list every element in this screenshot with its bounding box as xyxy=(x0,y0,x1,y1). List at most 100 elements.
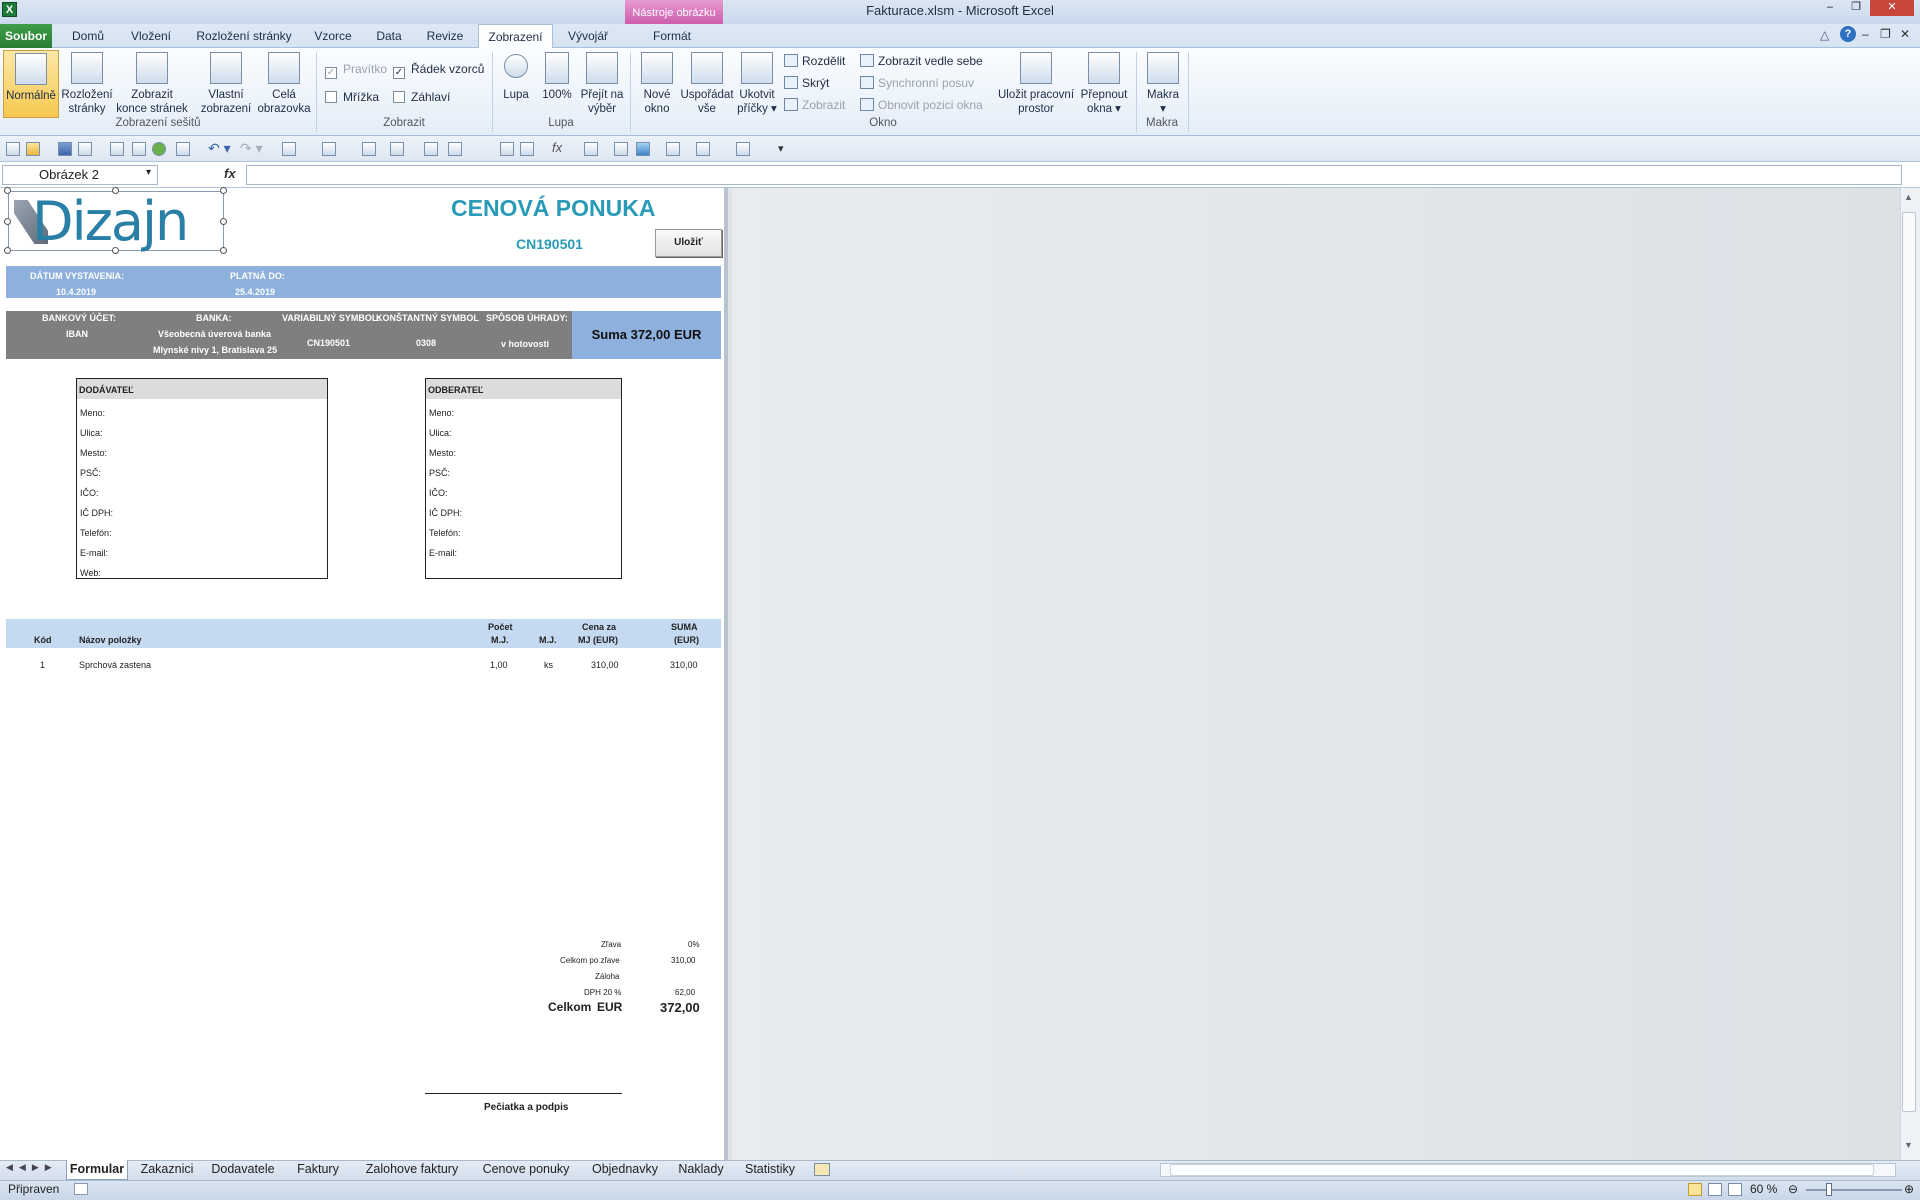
synchronous-scrolling-button[interactable]: Synchronní posuv xyxy=(860,74,974,92)
save-as-icon[interactable] xyxy=(78,142,92,156)
sheet-tab-faktury[interactable]: Faktury xyxy=(290,1160,346,1180)
sheet-nav-arrows[interactable]: ◀◀▶▶ xyxy=(6,1162,58,1173)
save-icon[interactable] xyxy=(58,142,72,156)
zoom-slider-thumb[interactable] xyxy=(1826,1183,1832,1196)
borders-icon[interactable] xyxy=(282,142,296,156)
headings-checkbox[interactable]: Záhlaví xyxy=(393,89,450,105)
freeze-panes-button[interactable]: Ukotvit příčky ▾ xyxy=(734,52,780,118)
insert-sheet-icon[interactable] xyxy=(814,1163,830,1176)
undo-icon[interactable]: ↶ ▾ xyxy=(208,140,231,157)
zoom-in-icon[interactable]: ⊕ xyxy=(1904,1182,1914,1196)
restore-button[interactable]: ❐ xyxy=(1844,0,1868,16)
full-screen-button[interactable]: Celá obrazovka xyxy=(256,52,312,118)
tab-file[interactable]: Soubor xyxy=(0,24,52,48)
new-file-icon[interactable] xyxy=(6,142,20,156)
printer-icon[interactable] xyxy=(176,142,190,156)
tab-home[interactable]: Domů xyxy=(66,24,110,48)
resize-handle[interactable] xyxy=(220,187,227,194)
insert-function-button[interactable]: fx xyxy=(224,166,236,181)
sheet-tab-dodavatele[interactable]: Dodavatele xyxy=(206,1160,280,1180)
function-icon[interactable]: fx xyxy=(552,140,562,155)
refresh-icon[interactable] xyxy=(152,142,166,156)
customize-toolbar-icon[interactable]: ▾ xyxy=(778,142,784,155)
custom-views-button[interactable]: Vlastní zobrazení xyxy=(198,52,254,118)
formula-bar-checkbox[interactable]: ✓ Řádek vzorců xyxy=(393,61,484,79)
gridlines-checkbox[interactable]: Mřížka xyxy=(325,89,379,105)
print-preview-icon[interactable] xyxy=(110,142,124,156)
align-icon[interactable] xyxy=(500,142,514,156)
normal-view-status-icon[interactable] xyxy=(1688,1183,1702,1196)
insert-columns-icon[interactable] xyxy=(696,142,710,156)
workbook-minimize-icon[interactable]: – xyxy=(1862,27,1869,41)
resize-handle[interactable] xyxy=(4,187,11,194)
table-icon[interactable] xyxy=(322,142,336,156)
split-button[interactable]: Rozdělit xyxy=(784,52,845,70)
tab-page-layout[interactable]: Rozložení stránky xyxy=(192,24,296,48)
hide-button[interactable]: Skrýt xyxy=(784,74,829,92)
close-button[interactable]: ✕ xyxy=(1870,0,1914,16)
sheet-tab-zakaznici[interactable]: Zakaznici xyxy=(136,1160,198,1180)
view-side-by-side-button[interactable]: Zobrazit vedle sebe xyxy=(860,52,983,70)
page-layout-view-button[interactable]: Rozložení stránky xyxy=(60,52,114,118)
tab-developer[interactable]: Vývojář xyxy=(562,24,614,48)
page-layout-status-icon[interactable] xyxy=(1708,1183,1722,1196)
tab-formulas[interactable]: Vzorce xyxy=(310,24,356,48)
pivot-icon[interactable] xyxy=(390,142,404,156)
new-window-button[interactable]: Nové okno xyxy=(634,52,680,118)
resize-handle[interactable] xyxy=(4,218,11,225)
tab-review[interactable]: Revize xyxy=(422,24,468,48)
help-icon[interactable]: ? xyxy=(1840,26,1856,42)
switch-windows-button[interactable]: Přepnout okna ▾ xyxy=(1078,52,1130,118)
sheet-tab-zalohove-faktury[interactable]: Zalohove faktury xyxy=(356,1160,468,1180)
formula-input[interactable] xyxy=(246,165,1902,185)
save-workspace-button[interactable]: Uložit pracovní prostor xyxy=(994,52,1078,118)
minimize-button[interactable]: – xyxy=(1818,0,1842,16)
arrange-all-button[interactable]: Uspořádat vše xyxy=(680,52,734,118)
calculator-icon[interactable] xyxy=(584,142,598,156)
sheet-tab-statistiky[interactable]: Statistiky xyxy=(738,1160,802,1180)
sheet-tab-objednavky[interactable]: Objednavky xyxy=(586,1160,664,1180)
group-shapes-icon[interactable] xyxy=(448,142,462,156)
resize-handle[interactable] xyxy=(112,247,119,254)
zoom-100-button[interactable]: 100% xyxy=(538,52,576,118)
sheet-tab-naklady[interactable]: Naklady xyxy=(672,1160,730,1180)
scroll-up-icon[interactable]: ▲ xyxy=(1904,192,1913,202)
tab-view[interactable]: Zobrazení xyxy=(478,24,553,49)
layout-icon[interactable] xyxy=(736,142,750,156)
zoom-button[interactable]: Lupa xyxy=(496,52,536,118)
normal-view-button[interactable]: Normálně xyxy=(3,50,59,118)
macros-button[interactable]: Makra ▾ xyxy=(1140,52,1186,118)
picture-icon[interactable] xyxy=(520,142,534,156)
chart-icon[interactable] xyxy=(614,142,628,156)
reset-window-position-button[interactable]: Obnovit pozici okna xyxy=(860,96,983,114)
name-box-dropdown-icon[interactable]: ▾ xyxy=(146,167,151,178)
page-break-status-icon[interactable] xyxy=(1728,1183,1742,1196)
shape-icon[interactable] xyxy=(424,142,438,156)
resize-handle[interactable] xyxy=(220,247,227,254)
tab-data[interactable]: Data xyxy=(370,24,408,48)
open-folder-icon[interactable] xyxy=(26,142,40,156)
horizontal-scroll-thumb[interactable] xyxy=(1170,1164,1874,1176)
macro-record-icon[interactable] xyxy=(74,1183,88,1195)
zoom-to-selection-button[interactable]: Přejít na výběr xyxy=(578,52,626,118)
print-icon[interactable] xyxy=(132,142,146,156)
resize-handle[interactable] xyxy=(112,187,119,194)
image-icon[interactable] xyxy=(636,142,650,156)
tab-format[interactable]: Formát xyxy=(630,24,714,48)
page-break-preview-button[interactable]: Zobrazit konce stránek xyxy=(114,52,190,118)
resize-handle[interactable] xyxy=(220,218,227,225)
zoom-slider[interactable] xyxy=(1806,1189,1902,1191)
save-quote-button[interactable]: Uložiť xyxy=(655,229,722,257)
tab-insert[interactable]: Vložení xyxy=(126,24,176,48)
vertical-scroll-thumb[interactable] xyxy=(1902,212,1916,1112)
resize-handle[interactable] xyxy=(4,247,11,254)
sheet-tab-formular[interactable]: Formular xyxy=(66,1160,128,1180)
workbook-close-icon[interactable]: ✕ xyxy=(1900,27,1910,41)
zoom-out-icon[interactable]: ⊖ xyxy=(1788,1182,1798,1196)
unhide-button[interactable]: Zobrazit xyxy=(784,96,845,114)
insert-table-icon[interactable] xyxy=(362,142,376,156)
insert-rows-icon[interactable] xyxy=(666,142,680,156)
scroll-down-icon[interactable]: ▼ xyxy=(1904,1140,1913,1150)
workbook-restore-icon[interactable]: ❐ xyxy=(1880,27,1891,41)
ruler-checkbox[interactable]: ✓ Pravítko xyxy=(325,61,387,79)
